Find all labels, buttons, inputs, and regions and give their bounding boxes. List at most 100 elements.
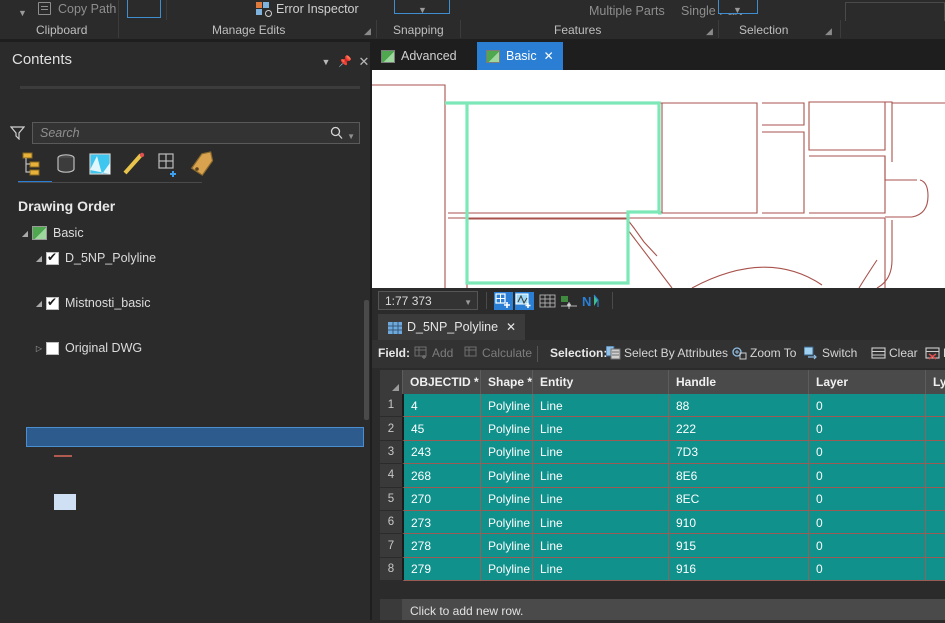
add-grid-icon[interactable] (154, 150, 182, 178)
manage-edits-dialog-launcher[interactable]: ◢ (364, 26, 371, 37)
row-number[interactable]: 7 (380, 534, 402, 557)
multiple-parts-label[interactable]: Multiple Parts (589, 4, 665, 18)
tree-item-basic[interactable]: ◢ Basic (18, 222, 84, 244)
cell-objectid[interactable]: 243 (404, 441, 480, 464)
column-header-handle[interactable]: Handle (668, 370, 808, 394)
table-row[interactable]: 2 45 Polyline Line 222 0 (380, 417, 945, 440)
search-icon[interactable] (330, 126, 343, 140)
table-row[interactable]: 3 243 Polyline Line 7D3 0 (380, 441, 945, 464)
column-header-entity[interactable]: Entity (532, 370, 668, 394)
layer-visibility-checkbox[interactable] (46, 252, 59, 265)
cell-ly[interactable] (925, 464, 945, 487)
column-header-ly[interactable]: Ly (925, 370, 945, 394)
cell-ly[interactable] (925, 558, 945, 581)
select-features-icon[interactable] (494, 292, 513, 310)
cell-shape[interactable]: Polyline (480, 464, 532, 487)
close-icon[interactable]: ✕ (506, 320, 516, 334)
cell-entity[interactable]: Line (532, 394, 668, 417)
expander-icon[interactable]: ◢ (32, 251, 46, 265)
cell-entity[interactable]: Line (532, 417, 668, 440)
cell-shape[interactable]: Polyline (480, 417, 532, 440)
zoom-to-button[interactable]: Zoom To (750, 346, 796, 360)
cell-handle[interactable]: 915 (668, 534, 808, 557)
list-by-data-source-icon[interactable] (52, 150, 80, 178)
tab-basic[interactable]: Basic ✕ (477, 42, 563, 70)
ribbon-extra-box[interactable] (845, 2, 945, 21)
expander-icon[interactable]: ▷ (32, 341, 46, 355)
select-by-rectangle-icon[interactable] (515, 292, 534, 310)
row-number[interactable]: 3 (380, 441, 402, 464)
cell-shape[interactable]: Polyline (480, 441, 532, 464)
cell-shape[interactable]: Polyline (480, 534, 532, 557)
tab-advanced[interactable]: Advanced (372, 42, 466, 70)
grid-icon[interactable] (538, 292, 557, 310)
cell-entity[interactable]: Line (532, 441, 668, 464)
layer-visibility-checkbox[interactable] (46, 342, 59, 355)
tree-item-original-dwg[interactable]: ▷ Original DWG (32, 337, 142, 359)
cell-ly[interactable] (925, 488, 945, 511)
attribute-table-tab[interactable]: D_5NP_Polyline ✕ (378, 314, 525, 340)
cell-layer[interactable]: 0 (808, 558, 925, 581)
cell-shape[interactable]: Polyline (480, 558, 532, 581)
cell-ly[interactable] (925, 417, 945, 440)
features-dialog-launcher[interactable]: ◢ (706, 26, 713, 37)
cell-ly[interactable] (925, 394, 945, 417)
expander-icon[interactable]: ◢ (32, 296, 46, 310)
cell-handle[interactable]: 8E6 (668, 464, 808, 487)
table-row[interactable]: 5 270 Polyline Line 8EC 0 (380, 488, 945, 511)
cell-shape[interactable]: Polyline (480, 511, 532, 534)
cell-handle[interactable]: 222 (668, 417, 808, 440)
list-by-editing-icon[interactable] (120, 150, 148, 178)
map-canvas[interactable] (372, 70, 945, 288)
cell-layer[interactable]: 0 (808, 511, 925, 534)
list-by-drawing-order-icon[interactable] (18, 150, 46, 178)
contents-scrollbar[interactable] (364, 300, 369, 420)
list-by-selection-icon[interactable] (86, 150, 114, 178)
snapping-dropdown-caret-icon[interactable]: ▼ (418, 5, 427, 15)
search-input[interactable]: Search ▼ (32, 122, 360, 144)
cell-shape[interactable]: Polyline (480, 488, 532, 511)
chevron-down-icon[interactable]: ▼ (464, 298, 472, 307)
table-row[interactable]: 1 4 Polyline Line 88 0 (380, 394, 945, 417)
cell-objectid[interactable]: 279 (404, 558, 480, 581)
select-all-corner[interactable] (380, 370, 402, 394)
pin-icon[interactable]: 📌 (337, 54, 353, 70)
cell-objectid[interactable]: 4 (404, 394, 480, 417)
row-number[interactable]: 1 (380, 394, 402, 417)
cell-layer[interactable]: 0 (808, 534, 925, 557)
search-dropdown-caret-icon[interactable]: ▼ (347, 132, 355, 141)
cell-objectid[interactable]: 45 (404, 417, 480, 440)
cell-entity[interactable]: Line (532, 464, 668, 487)
selection-dialog-launcher[interactable]: ◢ (825, 26, 832, 37)
cell-objectid[interactable]: 278 (404, 534, 480, 557)
cell-ly[interactable] (925, 534, 945, 557)
cell-objectid[interactable]: 268 (404, 464, 480, 487)
cell-entity[interactable]: Line (532, 558, 668, 581)
row-number[interactable]: 8 (380, 558, 402, 581)
label-tag-icon[interactable] (188, 150, 216, 178)
cell-objectid[interactable]: 270 (404, 488, 480, 511)
cell-handle[interactable]: 916 (668, 558, 808, 581)
cell-layer[interactable]: 0 (808, 394, 925, 417)
row-number[interactable]: 5 (380, 488, 402, 511)
row-number[interactable]: 6 (380, 511, 402, 534)
select-by-attributes-button[interactable]: Select By Attributes (624, 346, 728, 360)
row-number[interactable]: 2 (380, 417, 402, 440)
table-row[interactable]: 8 279 Polyline Line 916 0 (380, 558, 945, 581)
cell-layer[interactable]: 0 (808, 441, 925, 464)
column-header-shape[interactable]: Shape * (480, 370, 532, 394)
row-number[interactable]: 4 (380, 464, 402, 487)
north-arrow-icon[interactable]: N (582, 292, 601, 310)
cell-layer[interactable]: 0 (808, 417, 925, 440)
cell-handle[interactable]: 910 (668, 511, 808, 534)
layer-visibility-checkbox[interactable] (46, 297, 59, 310)
cell-handle[interactable]: 8EC (668, 488, 808, 511)
switch-selection-button[interactable]: Switch (822, 346, 857, 360)
cell-ly[interactable] (925, 511, 945, 534)
expander-icon[interactable]: ◢ (18, 226, 32, 240)
table-row[interactable]: 6 273 Polyline Line 910 0 (380, 511, 945, 534)
cell-entity[interactable]: Line (532, 488, 668, 511)
copy-path-label[interactable]: Copy Path (58, 2, 116, 16)
column-header-objectid[interactable]: OBJECTID * (402, 370, 480, 394)
cell-ly[interactable] (925, 441, 945, 464)
